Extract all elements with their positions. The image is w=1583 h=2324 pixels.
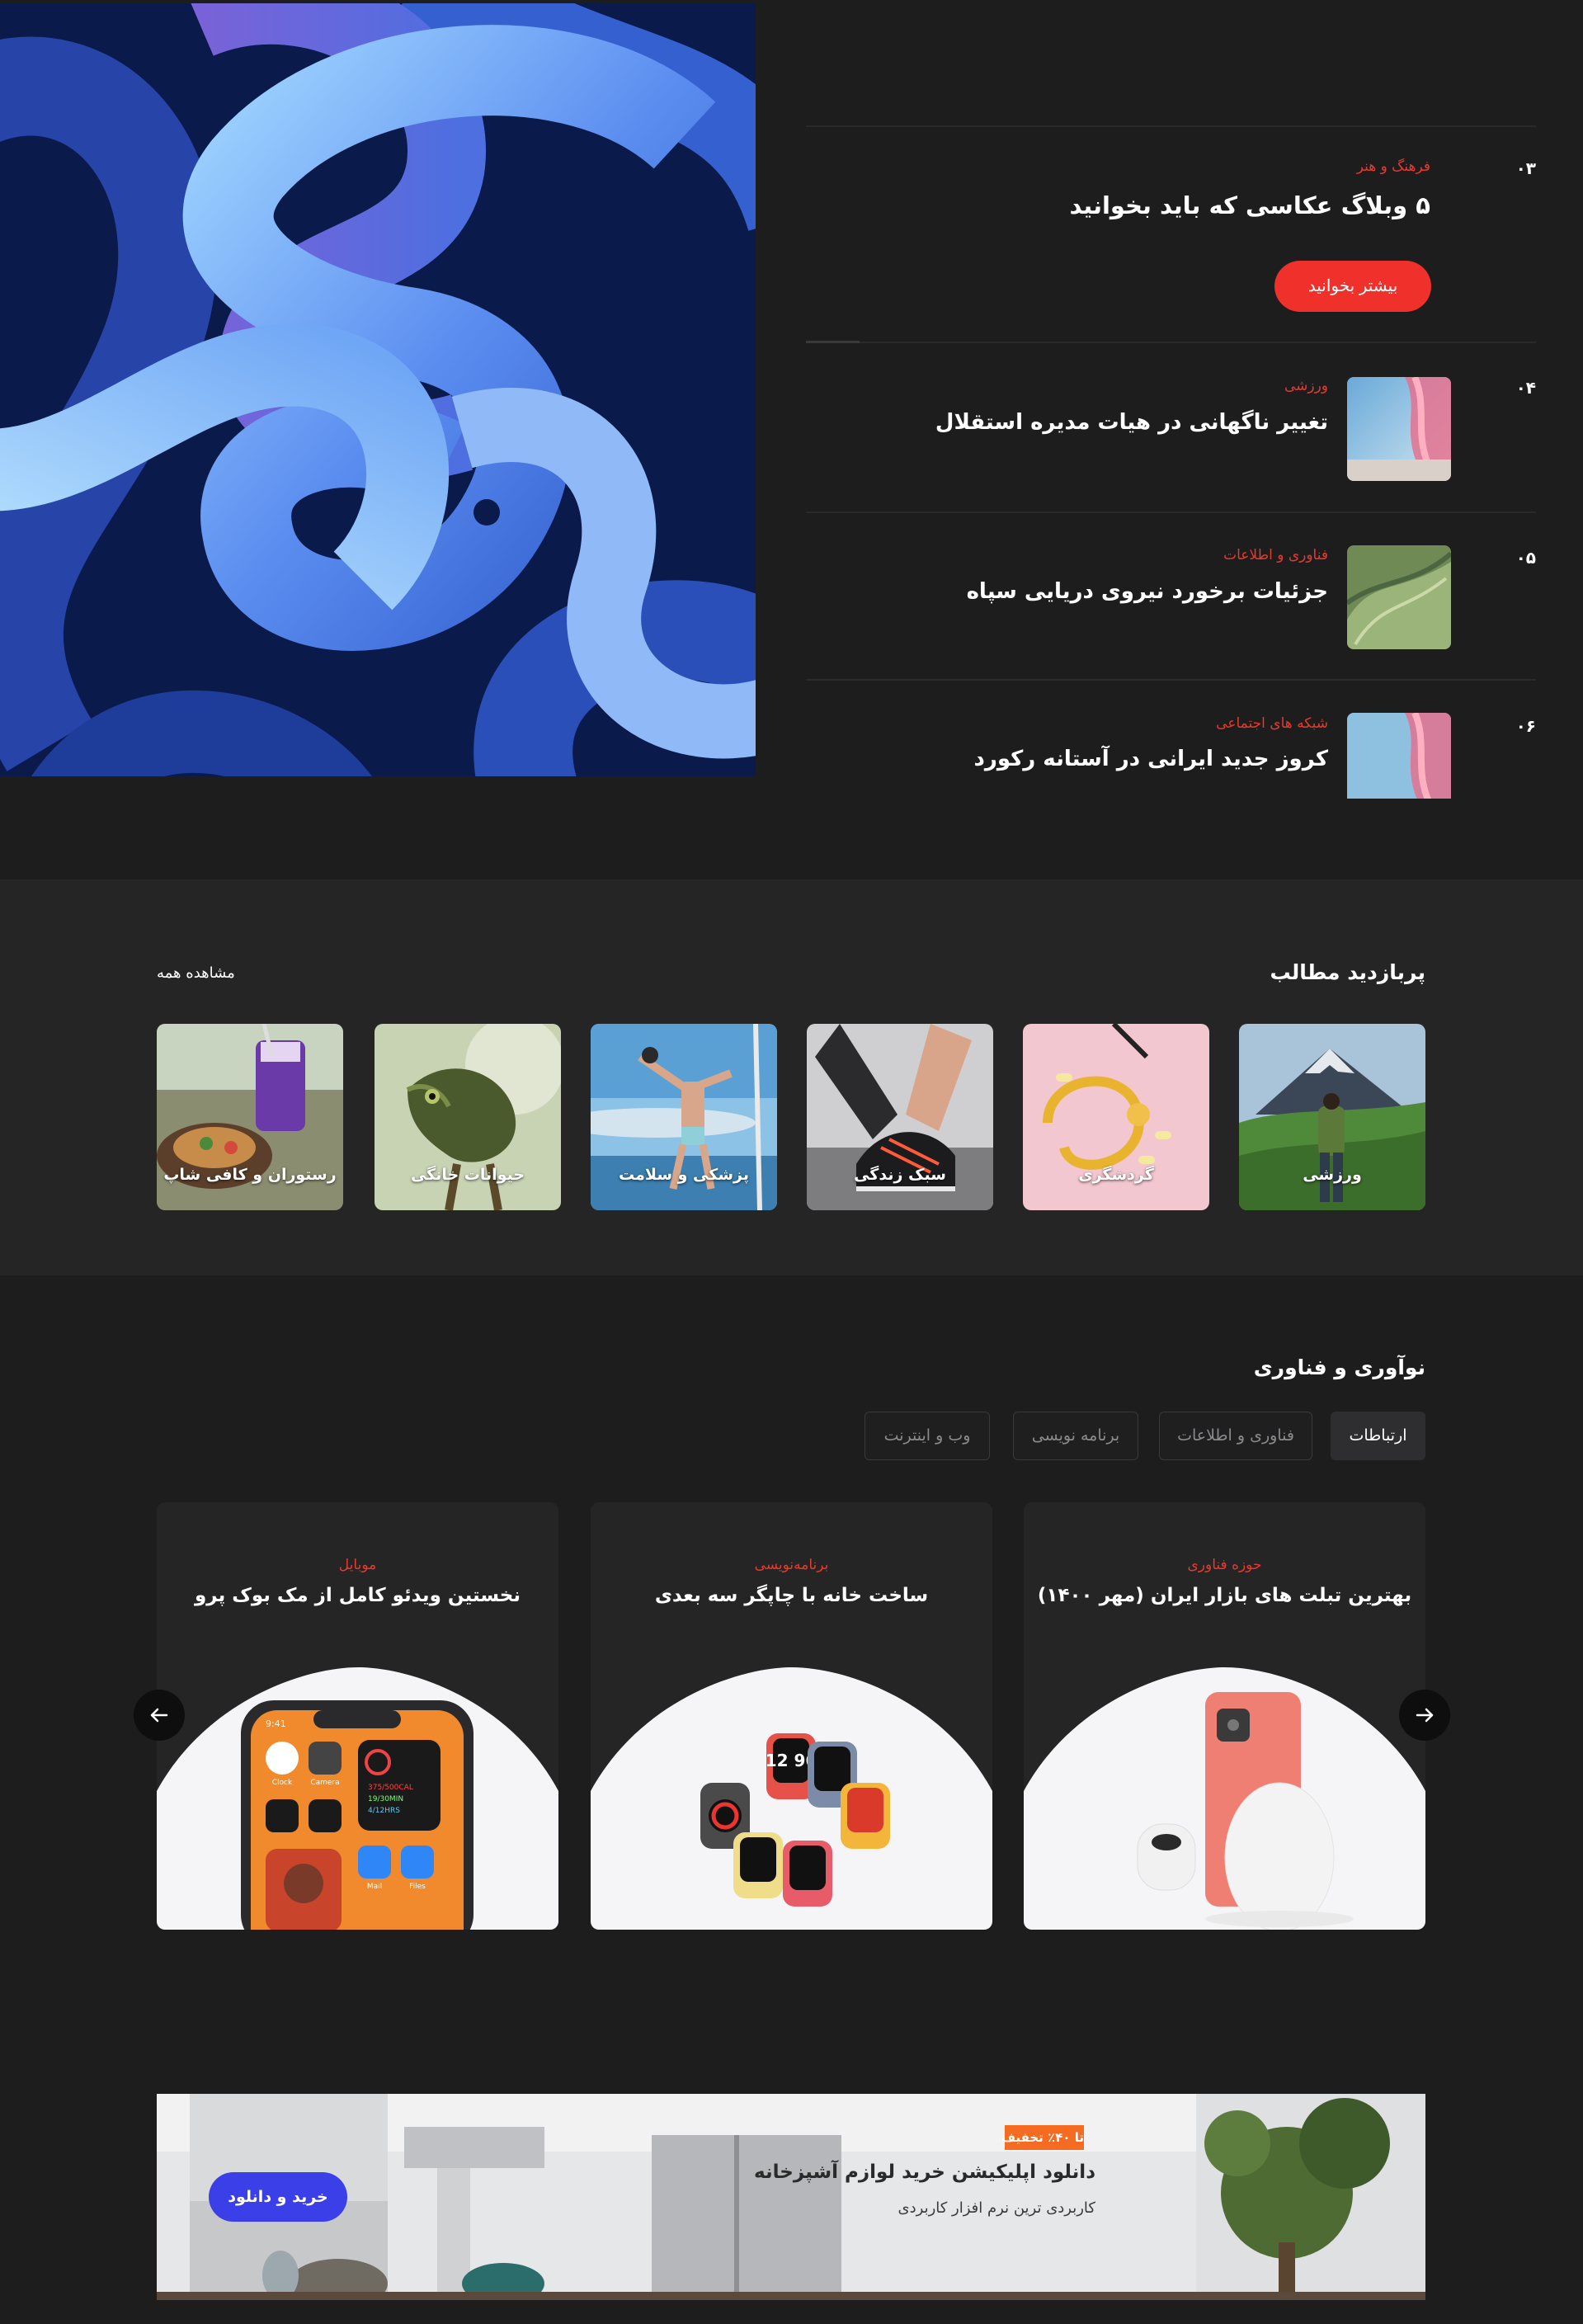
phone-activity-text: 375/500CAL [368,1784,413,1792]
item-category-link[interactable]: شبکه های اجتماعی [1216,715,1328,732]
item-category-link[interactable]: فرهنگ و هنر [1357,158,1430,175]
phone-activity-text: 4/12HRS [368,1807,400,1815]
tab-programming[interactable]: برنامه نویسی [1013,1412,1138,1460]
item-number: ۰۵ [1515,548,1536,568]
read-more-button[interactable]: بیشتر بخوانید [1274,261,1431,312]
post-category: برنامه‌نویسی [754,1557,829,1573]
post-image-watches: 12 96 [591,1667,992,1930]
promo-title: دانلود اپلیکیشن خرید لوازم آشپزخانه [754,2161,1095,2183]
tab-it[interactable]: فناوری و اطلاعات [1159,1412,1312,1460]
category-label: گردشگری [1078,1166,1154,1184]
post-card[interactable]: برنامه‌نویسی ساخت خانه با چاپگر سه بعدی … [591,1502,992,1930]
promo-banner[interactable]: تا ۴۰٪ تخفیف دانلود اپلیکیشن خرید لوازم … [157,2094,1425,2300]
item-title-link[interactable]: جزئیات برخورد نیروی دریایی سپاه [967,579,1328,604]
category-label: ورزشی [1303,1166,1362,1184]
post-image-phone: 9:41 Clock Camera 375/500CAL 19/30MIN 4/… [157,1667,558,1930]
post-image-tablet [1024,1667,1425,1930]
hero-abstract-image[interactable] [0,3,756,776]
item-thumbnail[interactable] [1347,545,1451,649]
section-title: پربازدید مطالب [1270,960,1425,984]
phone-activity-text: 19/30MIN [368,1795,403,1803]
item-title-link[interactable]: ۵ وبلاگ عکاسی که باید بخوانید [1070,191,1431,219]
item-number: ۰۳ [1515,158,1536,178]
buy-download-button[interactable]: خرید و دانلود [209,2172,347,2222]
promo-section: تا ۴۰٪ تخفیف دانلود اپلیکیشن خرید لوازم … [0,2015,1583,2324]
category-label: پزشکی و سلامت [619,1166,749,1184]
list-divider [806,125,1536,127]
item-category-link[interactable]: ورزشی [1284,378,1328,394]
item-title-link[interactable]: تغییر ناگهانی در هیات مدیره استقلال [935,410,1328,435]
item-number: ۰۴ [1515,378,1536,398]
category-label: حیوانات خانگی [410,1166,525,1184]
category-card-lifestyle[interactable]: سبک زندگی [807,1024,993,1210]
list-divider [806,679,1536,681]
category-label: سبک زندگی [854,1166,946,1184]
post-category: موبایل [338,1557,377,1573]
phone-app-label: Camera [310,1779,339,1787]
category-card-tourism[interactable]: گردشگری [1023,1024,1209,1210]
category-card-restaurant[interactable]: رستوران و کافی شاپ [157,1024,343,1210]
phone-time: 9:41 [266,1718,286,1729]
list-divider [806,341,1536,343]
item-thumbnail[interactable] [1347,713,1451,799]
post-category: حوزه فناوری [1187,1557,1262,1573]
item-title-link[interactable]: کروز جدید ایرانی در آستانه رکورد [974,747,1328,771]
post-title: نخستین ویدئو کامل از مک بوک پرو [195,1585,521,1606]
post-card[interactable]: حوزه فناوری بهترین تبلت های بازار ایران … [1024,1502,1425,1930]
phone-app-label: Clock [272,1779,293,1787]
section-title: نوآوری و فناوری [1253,1355,1425,1379]
post-title: ساخت خانه با چاپگر سه بعدی [654,1585,929,1606]
slider-prev-arrow-icon[interactable] [134,1690,185,1741]
promo-subtitle: کاربردی ترین نرم افزار کاربردی [898,2199,1095,2217]
post-card[interactable]: موبایل نخستین ویدئو کامل از مک بوک پرو 9… [157,1502,558,1930]
category-card-health[interactable]: پزشکی و سلامت [591,1024,777,1210]
discount-badge: تا ۴۰٪ تخفیف [1001,2125,1084,2150]
tab-web-internet[interactable]: وب و اینترنت [865,1412,990,1460]
item-number: ۰۶ [1515,716,1536,736]
category-card-pets[interactable]: حیوانات خانگی [375,1024,561,1210]
list-divider [806,511,1536,513]
tech-section: نوآوری و فناوری ارتباطات فناوری و اطلاعا… [0,1275,1583,2015]
view-all-link[interactable]: مشاهده همه [157,964,235,982]
hero-section: ۰۳ فرهنگ و هنر ۵ وبلاگ عکاسی که باید بخو… [0,0,1583,879]
phone-app-label: Files [409,1883,426,1891]
tab-communications[interactable]: ارتباطات [1331,1412,1425,1460]
phone-app-label: Mail [367,1883,382,1891]
post-title: بهترین تبلت های بازار ایران (مهر ۱۴۰۰) [1037,1585,1412,1606]
category-label: رستوران و کافی شاپ [163,1166,337,1184]
item-thumbnail[interactable] [1347,377,1451,481]
slider-next-arrow-icon[interactable] [1399,1690,1450,1741]
item-category-link[interactable]: فناوری و اطلاعات [1223,547,1328,563]
category-card-sports[interactable]: ورزشی [1239,1024,1425,1210]
popular-section: پربازدید مطالب مشاهده همه ورزشی گردشگری … [0,879,1583,1275]
